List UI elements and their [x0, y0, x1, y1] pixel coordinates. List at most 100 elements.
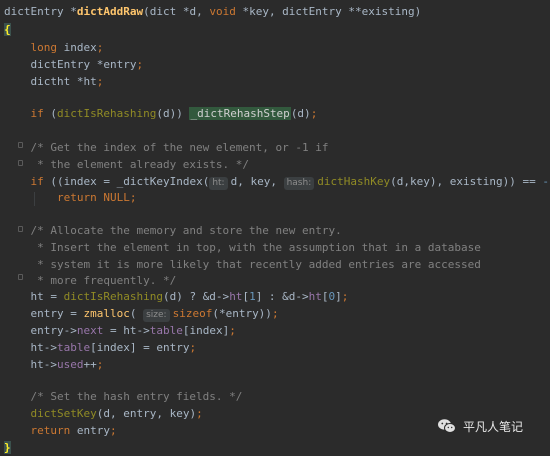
code-token: ((index = _dictKeyIndex( [43, 175, 210, 188]
code-token: (d) ? &d-> [162, 290, 230, 303]
code-line[interactable]: return entry; [4, 423, 117, 439]
code-token: if [30, 175, 44, 188]
code-token: ht [229, 290, 243, 303]
code-token: ( [43, 107, 57, 120]
code-line[interactable]: * system it is more likely that recently… [4, 257, 481, 273]
code-token: ; [96, 41, 104, 54]
code-token: [ [321, 290, 329, 303]
code-line[interactable]: ht->used++; [4, 357, 103, 373]
code-token: ++ [83, 358, 97, 371]
code-token: (d,key), existing)) == [390, 175, 543, 188]
code-token: -1 [542, 175, 550, 188]
code-token: [index] = entry [90, 341, 190, 354]
code-token: ; [196, 407, 203, 420]
code-line[interactable]: } [4, 440, 11, 456]
code-token: sizeof [172, 307, 213, 320]
code-token: ht = [4, 290, 64, 303]
code-token: [index] [182, 324, 230, 337]
code-token: (d) [290, 107, 311, 120]
code-token: void [209, 5, 236, 18]
code-token: dictHashKey [317, 175, 391, 188]
code-token: ht [308, 290, 322, 303]
code-token: table [56, 341, 91, 354]
code-token: d, key, [230, 175, 284, 188]
code-token: index [57, 41, 97, 54]
code-line[interactable]: * the element already exists. */ [4, 157, 249, 173]
code-line[interactable]: /* Allocate the memory and store the new… [4, 223, 342, 239]
code-line[interactable]: if ((index = _dictKeyIndex(ht: d, key, ha… [4, 174, 550, 190]
code-token: dictIsRehashing [63, 290, 163, 303]
code-token: entry-> [4, 324, 77, 337]
code-token: ht-> [4, 341, 57, 354]
code-token: ; [129, 191, 137, 204]
code-token: * Insert the element in top, with the as… [4, 241, 481, 254]
wechat-icon [437, 418, 457, 434]
code-editor[interactable]: dictEntry *dictAddRaw(dict *d, void *key… [0, 0, 550, 454]
code-line[interactable]: /* Set the hash entry fields. */ [4, 389, 242, 405]
code-token: (*entry)) [212, 307, 272, 320]
code-line[interactable]: ht = dictIsRehashing(d) ? &d->ht[1] : &d… [4, 289, 348, 305]
code-token: dictIsRehashing [57, 107, 157, 120]
code-token: dictAddRaw [76, 5, 144, 18]
code-token: 1 [249, 290, 256, 303]
code-token: } [4, 441, 11, 454]
code-token: dictht *ht [4, 75, 97, 88]
code-line[interactable]: * more frequently. */ [4, 273, 176, 289]
parameter-hint: ht: [209, 177, 228, 190]
code-token: (dict *d, [143, 5, 210, 18]
code-token: next [76, 324, 104, 337]
code-token: if [30, 107, 44, 120]
code-line[interactable]: ht->table[index] = entry; [4, 340, 196, 356]
code-token: ; [310, 107, 318, 120]
code-token: ; [96, 75, 104, 88]
code-token: *key, dictEntry **existing) [235, 5, 422, 18]
code-token: return [56, 191, 97, 204]
code-token: zmalloc [83, 307, 130, 320]
code-line[interactable]: dictSetKey(d, entry, key); [4, 406, 203, 422]
code-token: ( [129, 307, 144, 320]
code-token: { [4, 23, 11, 36]
code-token: NULL [96, 191, 130, 204]
code-token: dictSetKey [30, 407, 97, 420]
code-token: /* Get the index of the new element, or … [4, 141, 329, 154]
code-token: return [30, 424, 71, 437]
parameter-hint: size: [143, 309, 170, 322]
code-token: (d, entry, key) [96, 407, 197, 420]
code-line[interactable]: dictEntry *dictAddRaw(dict *d, void *key… [4, 4, 421, 20]
code-token: /* Set the hash entry fields. */ [4, 390, 243, 403]
code-line[interactable]: return NULL; [4, 190, 137, 206]
code-line[interactable]: entry->next = ht->table[index]; [4, 323, 235, 339]
code-line[interactable]: { [4, 22, 11, 38]
code-token: ; [96, 358, 104, 371]
parameter-hint: hash: [283, 177, 315, 190]
code-token: table [149, 324, 183, 337]
code-token: * the element already exists. */ [4, 158, 250, 171]
code-token: * system it is more likely that recently… [4, 258, 481, 271]
watermark-text: 平凡人笔记 [463, 419, 524, 434]
code-token: ] [335, 290, 342, 303]
code-token: (d)) [156, 107, 190, 120]
code-token: ht-> [4, 358, 57, 371]
code-token: ; [189, 341, 197, 354]
code-token: used [56, 358, 84, 371]
code-line[interactable]: dictEntry *entry; [4, 57, 143, 73]
code-line[interactable]: entry = zmalloc( size: sizeof(*entry)); [4, 306, 279, 322]
watermark: 平凡人笔记 [437, 415, 523, 437]
code-token: * more frequently. */ [4, 274, 177, 287]
code-token: dictEntry * [4, 5, 77, 18]
code-token: ] : &d-> [255, 290, 309, 303]
code-line[interactable]: * Insert the element in top, with the as… [4, 240, 481, 256]
code-line[interactable]: dictht *ht; [4, 74, 103, 90]
code-token: _dictRehashStep [189, 107, 291, 120]
code-token: /* Allocate the memory and store the new… [4, 224, 342, 237]
code-line[interactable]: /* Get the index of the new element, or … [4, 140, 329, 156]
code-line[interactable]: if (dictIsRehashing(d)) _dictRehashStep(… [4, 106, 317, 122]
code-line[interactable]: long index; [4, 40, 104, 56]
code-token: long [30, 41, 58, 54]
code-token: entry [70, 424, 110, 437]
code-token: ; [136, 58, 144, 71]
